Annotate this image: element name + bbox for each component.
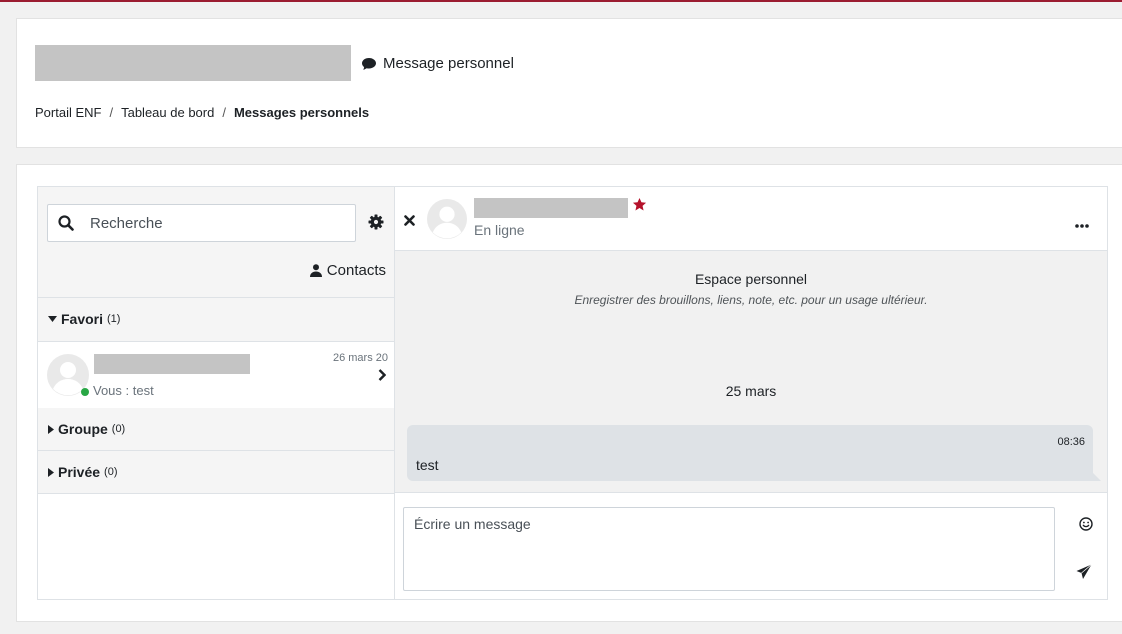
gear-icon[interactable] [368, 214, 384, 235]
close-icon[interactable] [404, 213, 415, 231]
conversation-body[interactable]: Espace personnel Enregistrer des brouill… [395, 251, 1107, 493]
breadcrumb-current: Messages personnels [233, 105, 370, 120]
section-title: Favori [61, 311, 104, 327]
breadcrumb-separator: / [222, 105, 226, 120]
search-box [47, 204, 356, 242]
top-accent-line [0, 0, 1122, 2]
page-header: Message personnel Portail ENF / Tableau … [16, 18, 1122, 148]
conversation-list-item[interactable]: Vous : test 26 mars 20 [38, 341, 394, 408]
caret-right-icon [48, 424, 54, 434]
online-status: En ligne [474, 222, 525, 238]
search-icon[interactable] [48, 215, 84, 231]
personal-space-title: Espace personnel [694, 271, 808, 287]
caret-down-icon [48, 316, 57, 322]
search-input[interactable] [84, 214, 344, 232]
messaging-container: Contacts Favori (1) Vous : test 26 [37, 186, 1108, 600]
section-favori-toggle[interactable]: Favori (1) [38, 298, 394, 340]
message-personnel-label: Message personnel [383, 55, 514, 72]
section-groupe: Groupe (0) [38, 408, 394, 451]
section-groupe-toggle[interactable]: Groupe (0) [38, 408, 394, 450]
main-content: Contacts Favori (1) Vous : test 26 [16, 164, 1122, 622]
personal-space-subtitle: Enregistrer des brouillons, liens, note,… [574, 293, 928, 307]
emoji-icon[interactable] [1079, 517, 1093, 536]
section-count: (0) [104, 466, 118, 478]
message-personnel-link[interactable]: Message personnel [361, 55, 514, 72]
breadcrumb-separator: / [109, 105, 114, 120]
comment-icon [362, 57, 376, 70]
message-text: test [416, 457, 439, 473]
conversation-panel: En ligne Espace personnel Enregistrer de… [395, 187, 1107, 599]
section-count: (1) [107, 313, 121, 325]
caret-right-icon [48, 467, 54, 477]
message-time: 08:36 [1057, 436, 1085, 448]
section-privee: Privée (0) [38, 451, 394, 494]
section-privee-toggle[interactable]: Privée (0) [38, 451, 394, 493]
avatar[interactable] [427, 199, 467, 244]
message-bubble[interactable]: 08:36 test [407, 425, 1101, 481]
conversation-list-panel: Contacts Favori (1) Vous : test 26 [38, 187, 395, 599]
star-icon [632, 197, 647, 217]
chevron-right-icon [378, 368, 387, 386]
section-title: Privée [58, 464, 101, 480]
breadcrumb-portail[interactable]: Portail ENF [35, 105, 101, 120]
contact-name-redacted [94, 354, 250, 374]
section-count: (0) [111, 423, 126, 435]
last-message-preview: Vous : test [93, 383, 154, 398]
conversation-header: En ligne [395, 187, 1107, 251]
contacts-label: Contacts [326, 262, 386, 279]
left-panel-header: Contacts [38, 187, 394, 298]
message-input[interactable] [403, 507, 1055, 591]
user-name-redacted [35, 45, 351, 81]
section-favori: Favori (1) Vous : test 26 mars 20 [38, 298, 394, 408]
user-icon [309, 264, 322, 277]
breadcrumb: Portail ENF / Tableau de bord / Messages… [35, 105, 369, 120]
section-title: Groupe [58, 421, 108, 437]
online-status-dot [81, 388, 89, 396]
message-composer [395, 493, 1107, 599]
breadcrumb-tableau-de-bord[interactable]: Tableau de bord [121, 105, 214, 120]
day-separator: 25 mars [725, 383, 777, 399]
contacts-link[interactable]: Contacts [309, 262, 386, 279]
more-options-icon[interactable] [1075, 215, 1089, 233]
contact-name-redacted [474, 198, 628, 218]
last-message-date: 26 mars 20 [332, 352, 388, 364]
send-icon[interactable] [1076, 564, 1092, 585]
